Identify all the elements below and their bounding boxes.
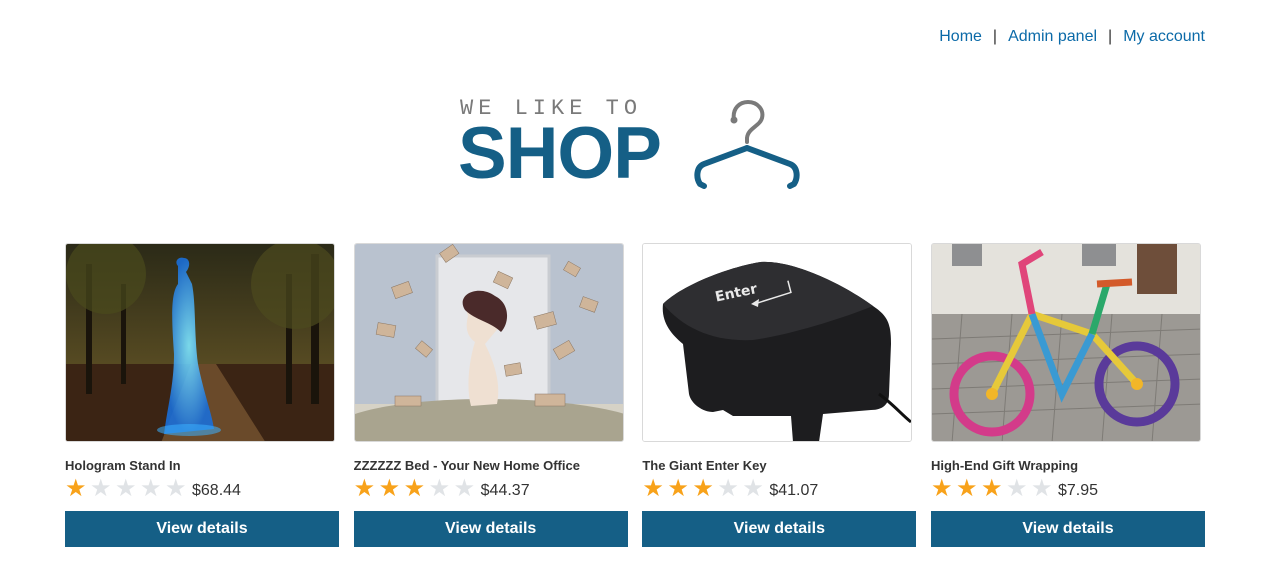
star-icon: ★	[353, 475, 376, 502]
site-logo[interactable]: WE LIKE TO SHOP	[458, 96, 818, 196]
star-icon: ★	[717, 475, 739, 502]
product-grid: Hologram Stand In ★ ★ ★ ★ ★ $68.44 View deta…	[65, 243, 1205, 547]
star-icon: ★	[930, 475, 953, 502]
star-icon: ★	[980, 475, 1003, 502]
view-details-button[interactable]: View details	[642, 511, 917, 547]
star-rating: ★ ★ ★ ★ ★	[930, 475, 1056, 502]
star-icon: ★	[90, 475, 112, 502]
nav-link-home[interactable]: Home	[939, 28, 982, 46]
hanger-icon	[694, 99, 800, 189]
star-icon: ★	[378, 475, 401, 502]
product-card: ZZZZZZ Bed - Your New Home Office ★ ★ ★ ★ ★ …	[353, 243, 628, 547]
product-card: High-End Gift Wrapping ★ ★ ★ ★ ★ $7.95 View …	[930, 243, 1205, 547]
star-rating: ★ ★ ★ ★ ★	[65, 475, 190, 502]
product-name[interactable]: High-End Gift Wrapping	[931, 458, 1205, 474]
star-icon: ★	[667, 475, 689, 502]
star-icon: ★	[428, 475, 451, 502]
logo-wordmark: SHOP	[458, 113, 662, 194]
product-rating: ★ ★ ★ ★ ★ $44.37	[354, 477, 628, 501]
product-image-gift-wrapping[interactable]	[930, 243, 1201, 442]
product-price: $44.37	[480, 482, 530, 499]
view-details-button[interactable]: View details	[353, 511, 628, 547]
star-icon: ★	[955, 475, 978, 502]
star-rating: ★ ★ ★ ★ ★	[642, 475, 767, 502]
star-icon: ★	[692, 475, 714, 502]
star-icon: ★	[115, 475, 137, 502]
product-name[interactable]: Hologram Stand In	[65, 458, 339, 474]
product-card: Enter The Giant Enter Key ★ ★ ★ ★ ★ $41.07 V…	[642, 243, 917, 547]
top-navigation: Home | Admin panel | My account	[939, 28, 1205, 46]
product-rating: ★ ★ ★ ★ ★ $68.44	[65, 477, 339, 501]
star-rating: ★ ★ ★ ★ ★	[353, 475, 479, 502]
star-icon: ★	[742, 475, 764, 502]
product-image-hologram[interactable]	[65, 243, 335, 442]
product-card: Hologram Stand In ★ ★ ★ ★ ★ $68.44 View deta…	[65, 243, 339, 547]
view-details-button[interactable]: View details	[930, 511, 1205, 547]
star-icon: ★	[1005, 475, 1028, 502]
nav-separator: |	[992, 28, 998, 45]
star-icon: ★	[65, 475, 87, 502]
product-name[interactable]: ZZZZZZ Bed - Your New Home Office	[354, 458, 628, 474]
product-price: $68.44	[192, 482, 241, 499]
star-icon: ★	[1030, 475, 1053, 502]
product-rating: ★ ★ ★ ★ ★ $41.07	[642, 477, 916, 501]
product-image-bed[interactable]	[353, 243, 624, 442]
star-icon: ★	[140, 475, 162, 502]
star-icon: ★	[642, 475, 664, 502]
product-name[interactable]: The Giant Enter Key	[642, 458, 916, 474]
product-rating: ★ ★ ★ ★ ★ $7.95	[931, 477, 1205, 501]
product-image-enter-key[interactable]: Enter	[642, 243, 913, 442]
star-icon: ★	[165, 475, 187, 502]
nav-link-admin-panel[interactable]: Admin panel	[1008, 28, 1097, 46]
view-details-button[interactable]: View details	[65, 511, 339, 547]
star-icon: ★	[403, 475, 426, 502]
nav-link-my-account[interactable]: My account	[1123, 28, 1205, 46]
nav-separator: |	[1108, 28, 1113, 45]
product-price: $7.95	[1057, 482, 1099, 499]
star-icon: ★	[453, 475, 476, 502]
product-price: $41.07	[769, 482, 819, 499]
